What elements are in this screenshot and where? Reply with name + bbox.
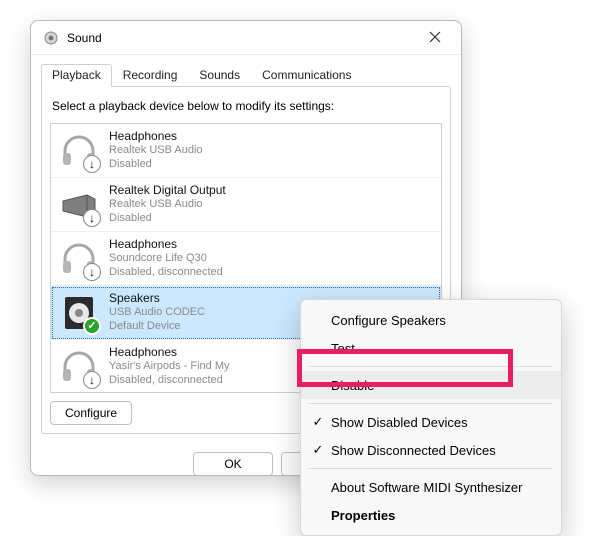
tab-sounds[interactable]: Sounds <box>188 64 251 87</box>
status-badge-icon: ↓ <box>83 209 101 227</box>
tab-recording[interactable]: Recording <box>112 64 189 87</box>
device-sub: Realtek USB Audio <box>109 144 203 158</box>
menu-label: Configure Speakers <box>331 313 446 328</box>
status-badge-icon: ↓ <box>83 155 101 173</box>
menu-separator <box>309 468 553 469</box>
headphones-icon: ↓ <box>59 131 99 171</box>
menu-separator <box>309 366 553 367</box>
menu-label: Disable <box>331 378 374 393</box>
menu-show-disabled[interactable]: ✓ Show Disabled Devices <box>301 408 561 436</box>
device-sub: USB Audio CODEC <box>109 306 205 320</box>
close-button[interactable] <box>421 26 449 50</box>
tab-strip: Playback Recording Sounds Communications <box>31 55 461 86</box>
device-status: Disabled, disconnected <box>109 266 223 280</box>
status-badge-icon: ↓ <box>83 371 101 389</box>
sound-app-icon <box>43 30 59 46</box>
tab-playback[interactable]: Playback <box>41 64 112 87</box>
device-status: Disabled <box>109 212 226 226</box>
device-sub: Realtek USB Audio <box>109 198 226 212</box>
device-sub: Soundcore Life Q30 <box>109 252 223 266</box>
menu-disable[interactable]: Disable <box>301 371 561 399</box>
menu-test[interactable]: Test <box>301 334 561 362</box>
menu-label: Show Disabled Devices <box>331 415 468 430</box>
context-menu: Configure Speakers Test Disable ✓ Show D… <box>300 299 562 536</box>
device-name: Realtek Digital Output <box>109 183 226 198</box>
titlebar: Sound <box>31 21 461 55</box>
menu-label: Properties <box>331 508 395 523</box>
check-icon: ✓ <box>311 414 325 430</box>
device-item[interactable]: ↓ Headphones Soundcore Life Q30 Disabled… <box>51 232 441 286</box>
menu-about-midi[interactable]: About Software MIDI Synthesizer <box>301 473 561 501</box>
device-status: Disabled <box>109 158 203 172</box>
device-name: Speakers <box>109 291 205 306</box>
status-badge-icon: ↓ <box>83 263 101 281</box>
instruction-text: Select a playback device below to modify… <box>52 99 440 113</box>
device-status: Disabled, disconnected <box>109 374 229 388</box>
window-title: Sound <box>67 31 421 45</box>
menu-label: Show Disconnected Devices <box>331 443 496 458</box>
tab-communications[interactable]: Communications <box>251 64 362 87</box>
default-badge-icon: ✓ <box>83 317 101 335</box>
speaker-icon: ✓ <box>59 293 99 333</box>
device-sub: Yasir's Airpods - Find My <box>109 360 229 374</box>
menu-properties[interactable]: Properties <box>301 501 561 529</box>
device-status: Default Device <box>109 320 205 334</box>
device-name: Headphones <box>109 237 223 252</box>
ok-button[interactable]: OK <box>193 452 273 476</box>
headphones-icon: ↓ <box>59 239 99 279</box>
menu-label: Test <box>331 341 355 356</box>
menu-separator <box>309 403 553 404</box>
check-icon: ✓ <box>311 442 325 458</box>
device-name: Headphones <box>109 345 229 360</box>
menu-show-disconnected[interactable]: ✓ Show Disconnected Devices <box>301 436 561 464</box>
configure-button[interactable]: Configure <box>50 401 132 425</box>
headphones-icon: ↓ <box>59 347 99 387</box>
digital-output-icon: ↓ <box>59 185 99 225</box>
device-item[interactable]: ↓ Headphones Realtek USB Audio Disabled <box>51 124 441 178</box>
menu-configure-speakers[interactable]: Configure Speakers <box>301 306 561 334</box>
menu-label: About Software MIDI Synthesizer <box>331 480 522 495</box>
device-name: Headphones <box>109 129 203 144</box>
device-item[interactable]: ↓ Realtek Digital Output Realtek USB Aud… <box>51 178 441 232</box>
